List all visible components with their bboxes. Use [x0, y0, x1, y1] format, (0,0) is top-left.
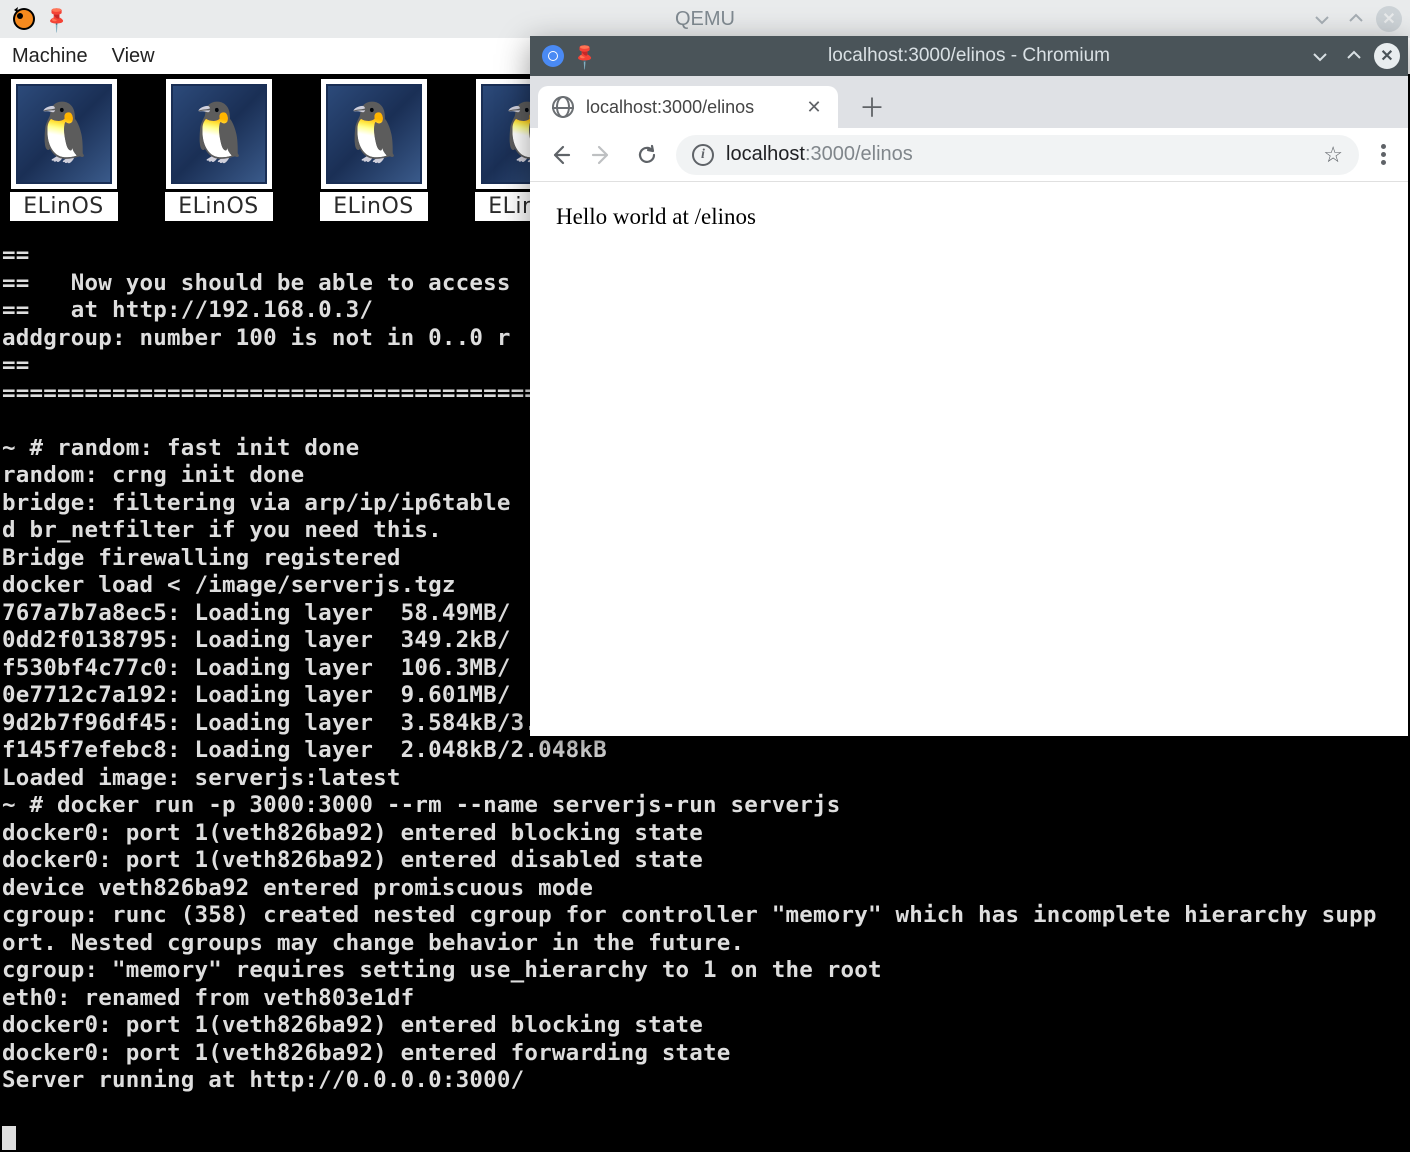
qemu-app-icon: [10, 5, 38, 33]
pin-icon[interactable]: 📌: [570, 41, 601, 72]
omnibox-host: localhost: [726, 143, 805, 165]
tabbar: localhost:3000/elinos ✕ ＋: [530, 76, 1408, 128]
bookmark-star-icon[interactable]: ☆: [1323, 142, 1343, 168]
site-info-icon[interactable]: i: [692, 144, 714, 166]
new-tab-button[interactable]: ＋: [854, 88, 890, 124]
chromium-title: localhost:3000/elinos - Chromium: [828, 45, 1110, 67]
desktop-icon-label: ELinOS: [320, 192, 428, 221]
chromium-window-controls: ✕: [1306, 42, 1400, 70]
omnibox-text: localhost:3000/elinos: [726, 143, 1311, 166]
pin-icon[interactable]: 📌: [42, 4, 73, 35]
kebab-menu-icon[interactable]: [1373, 144, 1394, 165]
qemu-titlebar[interactable]: 📌 QEMU ✕: [0, 0, 1410, 38]
omnibox-path: :3000/elinos: [805, 143, 913, 165]
toolbar: i localhost:3000/elinos ☆: [530, 128, 1408, 182]
minimize-button[interactable]: [1308, 5, 1336, 33]
elinos-logo: [10, 78, 118, 190]
desktop-icon[interactable]: ELinOS: [316, 78, 431, 221]
desktop-icon-label: ELinOS: [10, 192, 118, 221]
chromium-titlebar[interactable]: 📌 localhost:3000/elinos - Chromium ✕: [530, 36, 1408, 76]
chromium-app-icon: [540, 43, 566, 69]
maximize-button[interactable]: [1342, 5, 1370, 33]
back-button[interactable]: [544, 140, 574, 170]
page-content: Hello world at /elinos: [530, 182, 1408, 252]
forward-button[interactable]: [588, 140, 618, 170]
maximize-button[interactable]: [1340, 42, 1368, 70]
desktop-icon[interactable]: ELinOS: [161, 78, 276, 221]
close-button[interactable]: ✕: [1376, 6, 1402, 32]
omnibox[interactable]: i localhost:3000/elinos ☆: [676, 135, 1359, 175]
desktop-icon[interactable]: ELinOS: [6, 78, 121, 221]
globe-icon: [552, 96, 574, 118]
page-text: Hello world at /elinos: [556, 204, 1382, 230]
minimize-button[interactable]: [1306, 42, 1334, 70]
qemu-window-controls: ✕: [1308, 5, 1402, 33]
qemu-title: QEMU: [675, 8, 735, 31]
close-button[interactable]: ✕: [1374, 43, 1400, 69]
menu-machine[interactable]: Machine: [12, 45, 88, 68]
tab-close-icon[interactable]: ✕: [804, 97, 824, 118]
reload-button[interactable]: [632, 140, 662, 170]
tab-active[interactable]: localhost:3000/elinos ✕: [538, 86, 838, 128]
elinos-logo: [320, 78, 428, 190]
tab-label: localhost:3000/elinos: [586, 97, 754, 118]
desktop-icon-label: ELinOS: [165, 192, 273, 221]
terminal-cursor: [2, 1126, 16, 1150]
elinos-logo: [165, 78, 273, 190]
menu-view[interactable]: View: [112, 45, 155, 68]
chromium-window: 📌 localhost:3000/elinos - Chromium ✕ loc…: [530, 36, 1408, 736]
